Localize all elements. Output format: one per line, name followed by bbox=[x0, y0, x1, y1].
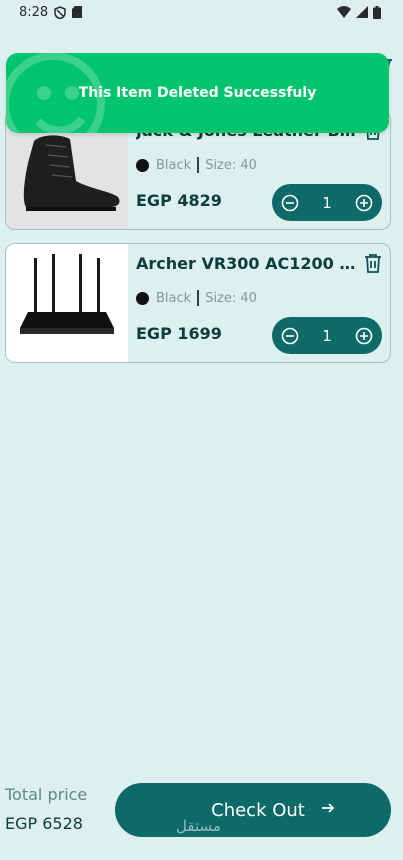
product-image-router bbox=[6, 244, 128, 362]
trash-icon bbox=[365, 254, 381, 273]
quantity-stepper: 1 bbox=[272, 317, 382, 354]
color-swatch bbox=[136, 291, 149, 305]
quantity-value: 1 bbox=[322, 326, 332, 345]
color-name: Black bbox=[156, 290, 192, 306]
success-toast: This Item Deleted Successfuly bbox=[6, 53, 389, 133]
decrease-quantity-button[interactable] bbox=[281, 327, 299, 345]
minus-circle-icon bbox=[281, 327, 299, 344]
color-name: Black bbox=[156, 157, 192, 173]
status-bar: 8:28 bbox=[0, 0, 403, 24]
status-right bbox=[337, 5, 381, 19]
product-meta: Black Size: 40 bbox=[136, 290, 257, 306]
meta-divider bbox=[197, 157, 200, 173]
color-swatch bbox=[136, 158, 149, 172]
checkout-button[interactable]: Check Out bbox=[115, 783, 391, 837]
watermark: مستقل bbox=[176, 817, 221, 835]
quantity-stepper: 1 bbox=[272, 184, 382, 221]
decrease-quantity-button[interactable] bbox=[281, 194, 299, 212]
quantity-value: 1 bbox=[322, 193, 332, 212]
size-text: Size: 40 bbox=[205, 290, 257, 306]
status-left: 8:28 bbox=[19, 4, 83, 20]
toast-message: This Item Deleted Successfuly bbox=[78, 85, 317, 101]
delete-item-button[interactable] bbox=[362, 251, 384, 275]
cart-item: Archer VR300 AC1200 Wi... Black Size: 40… bbox=[5, 243, 391, 363]
total-price-value: EGP 6528 bbox=[5, 814, 83, 833]
wifi-icon bbox=[337, 6, 351, 18]
size-text: Size: 40 bbox=[205, 157, 257, 173]
meta-divider bbox=[197, 290, 200, 306]
product-price: EGP 1699 bbox=[136, 324, 222, 343]
plus-circle-icon bbox=[355, 327, 373, 344]
product-title: Archer VR300 AC1200 Wi... bbox=[136, 254, 364, 273]
checkout-label: Check Out bbox=[211, 799, 305, 821]
arrow-right-icon bbox=[320, 800, 336, 820]
status-time: 8:28 bbox=[19, 4, 49, 20]
minus-circle-icon bbox=[281, 194, 299, 211]
sd-card-icon bbox=[72, 6, 83, 18]
increase-quantity-button[interactable] bbox=[355, 327, 373, 345]
shield-icon bbox=[54, 5, 66, 19]
signal-icon bbox=[356, 6, 368, 18]
product-meta: Black Size: 40 bbox=[136, 157, 257, 173]
product-price: EGP 4829 bbox=[136, 191, 222, 210]
increase-quantity-button[interactable] bbox=[355, 194, 373, 212]
plus-circle-icon bbox=[355, 194, 373, 211]
total-price-label: Total price bbox=[5, 785, 88, 804]
battery-icon bbox=[373, 5, 381, 19]
